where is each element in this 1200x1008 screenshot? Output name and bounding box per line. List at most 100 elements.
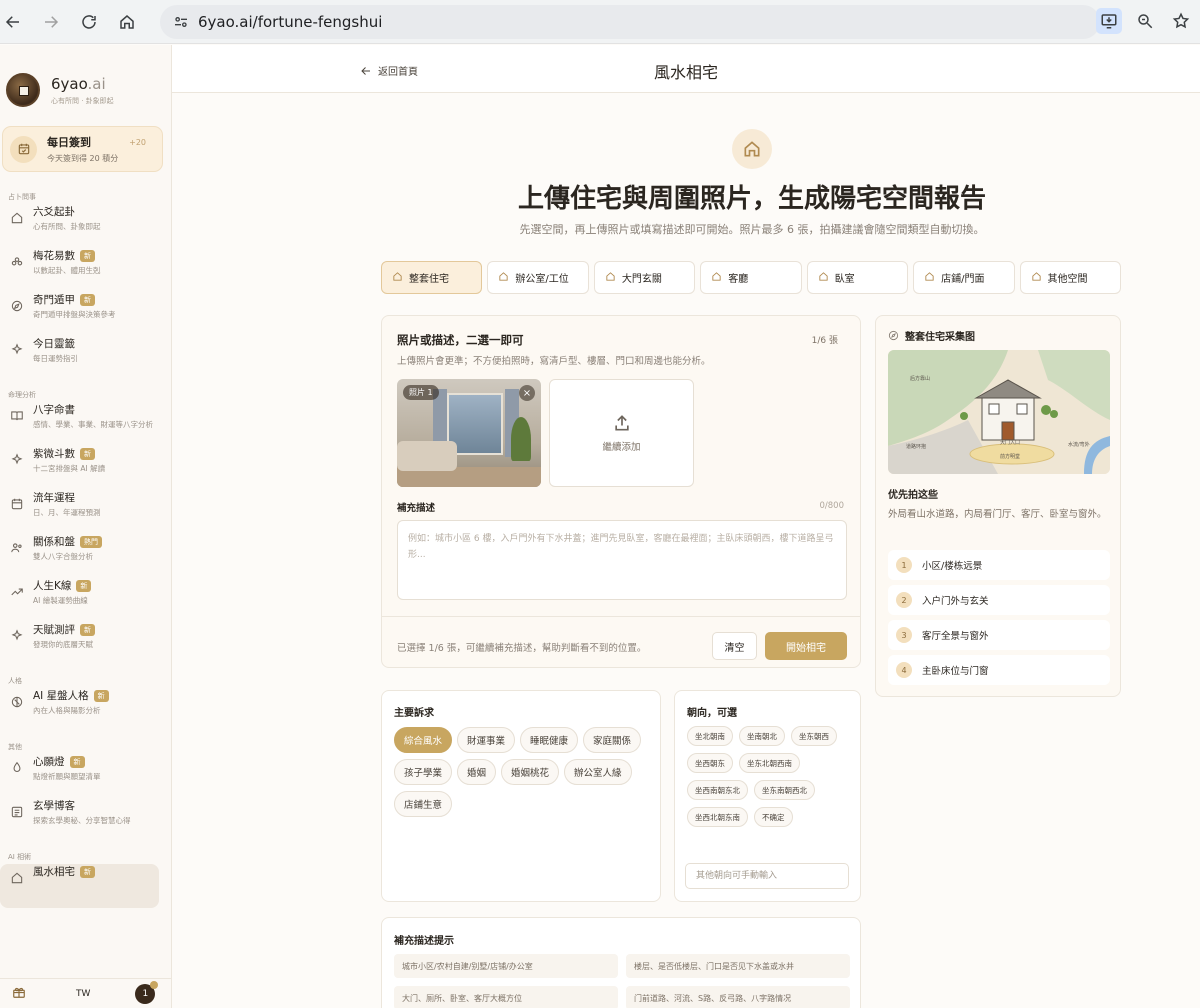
clear-button[interactable]: 清空	[712, 632, 757, 660]
focus-chip[interactable]: 財運事業	[457, 727, 516, 753]
add-photo-button[interactable]: 繼續添加	[549, 379, 694, 487]
focus-chip[interactable]: 孩子學業	[394, 759, 453, 785]
hint-list: 城市小区/农村自建/别墅/店铺/办公室 楼层、是否低楼层、门口是否见下水盖或水井大…	[394, 954, 850, 1008]
direction-chip[interactable]: 坐西朝东	[687, 753, 733, 773]
back-arrow-icon[interactable]	[0, 9, 26, 35]
direction-chip[interactable]: 坐东朝西	[791, 726, 837, 746]
checkin-points: +20	[129, 138, 146, 147]
sidebar-item[interactable]: 八字命書 感情、學業、事業、財運等八字分析	[0, 402, 171, 446]
focus-chip[interactable]: 店鋪生意	[394, 791, 453, 817]
step-number: 1	[896, 557, 912, 573]
focus-chip[interactable]: 家庭關係	[583, 727, 642, 753]
direction-chip[interactable]: 坐西北朝东南	[687, 807, 748, 827]
direction-input[interactable]	[685, 863, 849, 889]
sidebar-item-label-row: AI 星盤人格新	[33, 688, 153, 703]
sidebar-item[interactable]: 心願燈新點燈祈願與願望清單	[0, 754, 171, 798]
hero-subtitle: 先選空間，再上傳照片或填寫描述即可開始。照片最多 6 張，拍攝建議會隨空間類型自…	[519, 223, 985, 236]
sidebar-item[interactable]: 流年運程 日、月、年運程預測	[0, 490, 171, 534]
sidebar-item-label-row: 六爻起卦	[33, 204, 153, 219]
sidebar-item-label-row: 八字命書	[33, 402, 153, 417]
bookmark-star-icon[interactable]	[1168, 8, 1194, 34]
description-label: 補充描述	[397, 503, 436, 514]
sidebar-item[interactable]: 紫微斗數新十二宮排盤與 AI 解讀	[0, 446, 171, 490]
sidebar-item[interactable]: 六爻起卦 心有所問、卦象即起	[0, 204, 171, 248]
home-icon[interactable]	[114, 9, 140, 35]
direction-chip[interactable]: 坐东北朝西南	[739, 753, 800, 773]
hint-card: 補充描述提示 城市小区/农村自建/别墅/店铺/办公室 楼层、是否低楼层、门口是否见…	[381, 917, 861, 1008]
brand-name: 6yao.ai	[51, 74, 106, 93]
sidebar-item[interactable]: 關係和盤 熱門 雙人八字合盤分析	[0, 534, 171, 578]
daily-checkin-card[interactable]: 每日簽到 今天簽到得 20 積分 +20	[2, 126, 163, 172]
sidebar-section-title: 占卜問事	[8, 193, 36, 201]
new-badge: 新	[69, 755, 85, 768]
sidebar-item-label-row: 紫微斗數新	[33, 446, 153, 461]
new-badge: 新	[80, 447, 95, 460]
new-badge: 新	[80, 623, 95, 636]
step-number: 3	[896, 627, 912, 643]
sidebar-item-label: 奇門遁甲	[33, 294, 75, 306]
uploaded-photo-thumbnail[interactable]: 照片 1 ×	[397, 379, 541, 487]
sidebar-footer: TW 1	[0, 978, 171, 1008]
sidebar-item-label-row: 心願燈新	[33, 754, 153, 769]
compass-icon	[888, 330, 899, 341]
address-bar[interactable]: 6yao.ai/fortune-fengshui	[160, 5, 1100, 39]
users-icon	[10, 540, 24, 554]
brand-tagline: 心有所問 · 卦象即起	[51, 96, 114, 105]
sidebar-item-label: 風水相宅	[33, 866, 75, 878]
brand[interactable]: 6yao.ai 心有所問 · 卦象即起	[0, 45, 171, 117]
space-type-tab[interactable]: 整套住宅	[381, 261, 483, 294]
direction-chip[interactable]: 坐东南朝西北	[754, 780, 815, 800]
focus-chip[interactable]: 辦公室人緣	[564, 759, 632, 785]
reload-icon[interactable]	[76, 9, 102, 35]
forward-arrow-icon[interactable]	[38, 9, 64, 35]
focus-chip[interactable]: 婚姻桃花	[501, 759, 560, 785]
new-badge: 新	[80, 865, 95, 878]
sidebar-item[interactable]: 天賦測評新發現你的底層天賦	[0, 622, 171, 666]
direction-options: 坐北朝南 坐南朝北 坐东朝西坐西朝东 坐东北朝西南坐西南朝东北 坐东南朝西北 坐西北朝东南…	[687, 726, 857, 827]
direction-chip[interactable]: 坐西南朝东北	[687, 780, 748, 800]
start-analysis-button[interactable]: 開始相宅	[765, 632, 847, 660]
sidebar-item[interactable]: 奇門遁甲新奇門遁甲排盤與決策參考	[0, 292, 171, 336]
zoom-icon[interactable]	[1132, 8, 1158, 34]
sidebar-item[interactable]: 今日靈籤 每日運勢指引	[0, 336, 171, 380]
space-type-tab[interactable]: 客廳	[700, 261, 802, 294]
house-hero-icon	[732, 129, 772, 169]
remove-photo-icon[interactable]: ×	[519, 385, 535, 401]
space-type-tab[interactable]: 其他空間	[1019, 261, 1121, 294]
space-type-tab[interactable]: 辦公室/工位	[487, 261, 589, 294]
sidebar-item[interactable]: 梅花易數新以數起卦、體用生剋	[0, 248, 171, 292]
focus-chip[interactable]: 綜合風水	[394, 727, 453, 753]
site-settings-icon[interactable]	[166, 14, 196, 30]
calendar-icon	[10, 496, 24, 510]
sidebar-item-label: 今日靈籤	[33, 338, 75, 350]
language-switch[interactable]: TW	[76, 989, 90, 999]
sidebar-item-label: 玄學博客	[33, 800, 75, 812]
notification-button[interactable]: 1	[135, 980, 159, 1004]
direction-chip[interactable]: 坐北朝南	[687, 726, 733, 746]
sidebar-item[interactable]: 玄學博客 探索玄學奧秘、分享智慧心得	[0, 798, 171, 842]
sidebar-item[interactable]: AI 星盤人格新內在人格與陽影分析	[0, 688, 171, 732]
sidebar-item-description: 內在人格與陽影分析	[33, 706, 101, 715]
description-textarea[interactable]	[397, 520, 847, 600]
space-type-tab[interactable]: 臥室	[806, 261, 909, 294]
install-app-icon[interactable]	[1096, 8, 1122, 34]
direction-chip[interactable]: 不确定	[754, 807, 793, 827]
upload-title: 照片或描述，二選一即可	[397, 333, 524, 347]
focus-chip[interactable]: 睡眠健康	[520, 727, 579, 753]
sidebar-item-label: 人生K線	[33, 580, 72, 592]
direction-chip[interactable]: 坐南朝北	[739, 726, 785, 746]
new-badge: 新	[76, 579, 92, 592]
sidebar-item[interactable]: 風水相宅新	[0, 864, 159, 908]
gift-icon[interactable]	[12, 984, 26, 1003]
sidebar-item-label-row: 玄學博客	[33, 798, 153, 813]
astrology-icon	[10, 694, 24, 708]
upload-status: 已選擇 1/6 張，可繼續補充描述，幫助判斷看不到的位置。	[397, 643, 647, 654]
space-type-tab[interactable]: 店鋪/門面	[913, 261, 1015, 294]
focus-chip[interactable]: 婚姻	[457, 759, 497, 785]
space-type-tab[interactable]: 大門玄關	[593, 261, 696, 294]
upload-icon	[614, 415, 629, 431]
checkin-subtitle: 今天簽到得 20 積分	[47, 154, 119, 163]
sidebar-item[interactable]: 人生K線新 AI 繪製運勢曲線	[0, 578, 171, 622]
sidebar-section-title: 命理分析	[8, 391, 36, 399]
priority-step: 4 主卧床位与门窗	[888, 655, 1110, 685]
